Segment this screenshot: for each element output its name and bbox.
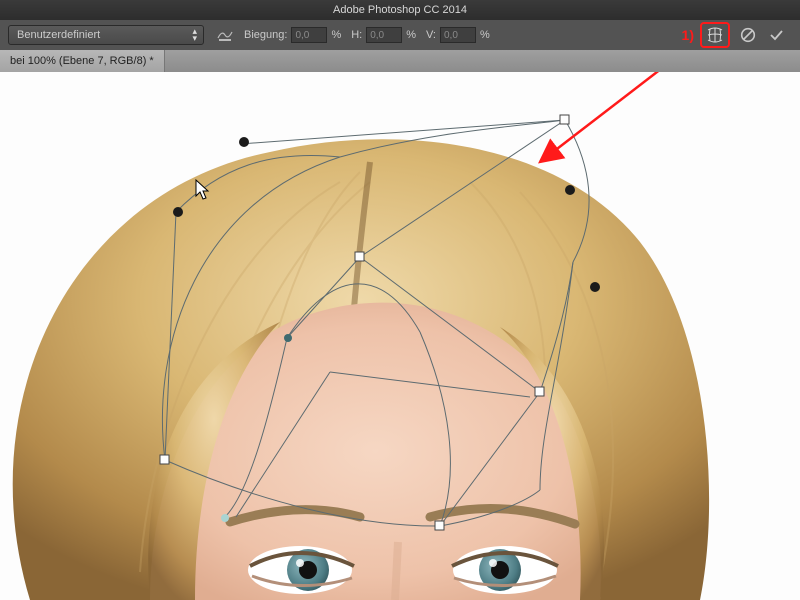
h-label: H: bbox=[351, 29, 362, 41]
annotation-arrow bbox=[0, 72, 800, 600]
options-bar: Benutzerdefiniert ▴▾ Biegung: 0,0 % H: 0… bbox=[0, 20, 800, 50]
v-input[interactable]: 0,0 bbox=[440, 27, 476, 43]
v-percent: % bbox=[480, 29, 490, 41]
bend-label: Biegung: bbox=[244, 29, 287, 41]
document-tab[interactable]: bei 100% (Ebene 7, RGB/8) * bbox=[0, 50, 165, 72]
commit-transform-button[interactable] bbox=[766, 25, 786, 45]
h-input[interactable]: 0,0 bbox=[366, 27, 402, 43]
v-label: V: bbox=[426, 29, 436, 41]
annotation-highlight-box bbox=[700, 22, 730, 48]
cancel-transform-button[interactable] bbox=[738, 25, 758, 45]
warp-orientation-icon[interactable] bbox=[216, 26, 234, 44]
document-tab-title: bei 100% (Ebene 7, RGB/8) * bbox=[10, 55, 154, 67]
annotation-number: 1) bbox=[682, 27, 694, 43]
dropdown-arrows-icon: ▴▾ bbox=[192, 28, 197, 42]
canvas[interactable] bbox=[0, 72, 800, 600]
warp-preset-dropdown[interactable]: Benutzerdefiniert ▴▾ bbox=[8, 25, 204, 45]
toggle-warp-mode-icon[interactable] bbox=[705, 25, 725, 45]
bend-input[interactable]: 0,0 bbox=[291, 27, 327, 43]
bend-percent: % bbox=[331, 29, 341, 41]
app-title: Adobe Photoshop CC 2014 bbox=[333, 4, 467, 16]
warp-preset-value: Benutzerdefiniert bbox=[17, 29, 100, 41]
app-title-bar: Adobe Photoshop CC 2014 bbox=[0, 0, 800, 20]
document-tab-bar: bei 100% (Ebene 7, RGB/8) * bbox=[0, 50, 800, 73]
h-percent: % bbox=[406, 29, 416, 41]
